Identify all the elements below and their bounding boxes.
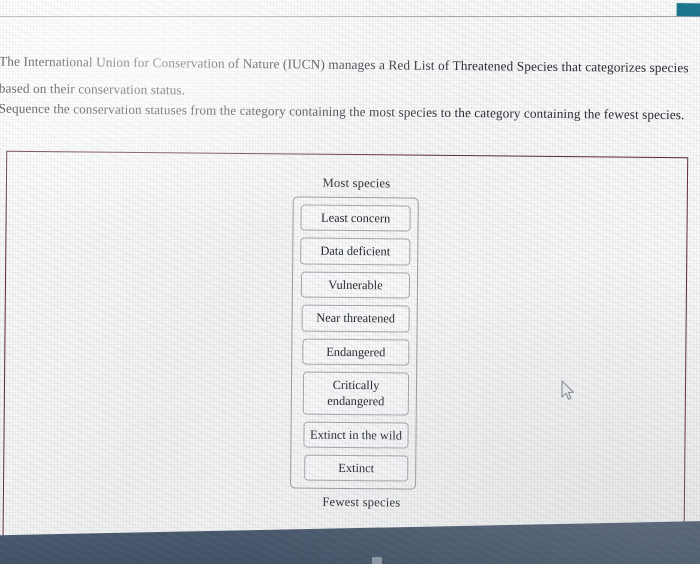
- arrow-pointer-icon: [561, 380, 575, 400]
- prompt-line-1: The International Union for Conservation…: [0, 53, 689, 76]
- top-divider-rule: [0, 15, 700, 17]
- most-species-label: Most species: [322, 175, 391, 191]
- sequence-widget: Most species Least concern Data deficien…: [286, 175, 424, 511]
- sequence-item[interactable]: Least concern: [300, 204, 411, 232]
- prompt-line-3: Sequence the conservation statuses from …: [0, 100, 685, 123]
- taskbar-item-icon[interactable]: [371, 556, 383, 564]
- screen-content: The International Union for Conservation…: [0, 0, 700, 564]
- sequence-item[interactable]: Endangered: [302, 338, 410, 366]
- sequence-item[interactable]: Near threatened: [301, 304, 410, 333]
- sequence-drop-zone[interactable]: Least concern Data deficient Vulnerable …: [290, 196, 419, 491]
- fewest-species-label: Fewest species: [322, 495, 401, 510]
- accent-chip: [676, 3, 700, 17]
- sequence-item[interactable]: Data deficient: [300, 237, 411, 266]
- sequence-item[interactable]: Extinct: [304, 454, 409, 482]
- photographed-screen: The International Union for Conservation…: [0, 0, 700, 564]
- sequence-item[interactable]: Vulnerable: [300, 271, 411, 299]
- sequence-item[interactable]: Critically endangered: [302, 371, 410, 416]
- prompt-line-2: based on their conservation status.: [0, 80, 186, 98]
- sequence-item[interactable]: Extinct in the wild: [303, 421, 409, 449]
